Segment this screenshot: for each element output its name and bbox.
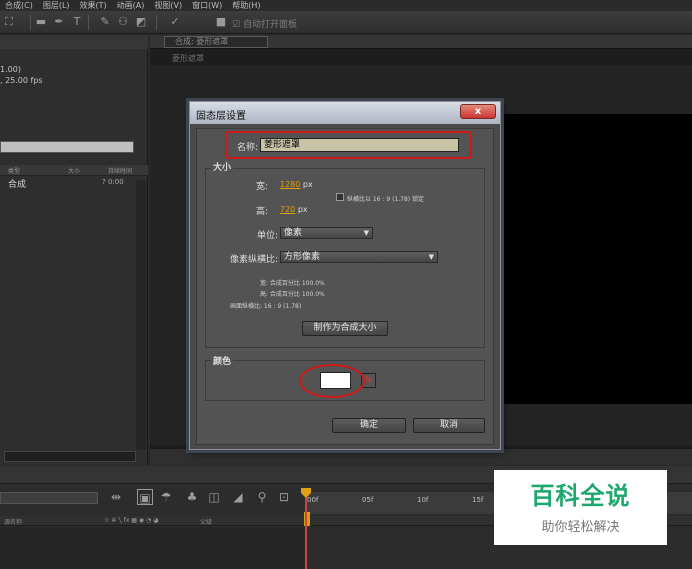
graph-editor-icon[interactable]: ⚲ <box>254 489 270 505</box>
watermark-subtitle: 助你轻松解决 <box>541 520 620 535</box>
eraser-tool-icon[interactable]: ◩ <box>134 15 148 29</box>
project-info-line1: 1.00) <box>0 65 21 74</box>
close-button[interactable]: x <box>460 104 496 119</box>
source-name-column[interactable]: 源名称 <box>4 517 22 526</box>
frame-blending-icon[interactable]: ♣ <box>184 489 200 505</box>
menu-item-1[interactable]: 图层(L) <box>38 0 75 11</box>
timeline-layer-list[interactable] <box>0 527 305 569</box>
size-group-label: 大小 <box>211 160 234 173</box>
lock-aspect-checkbox[interactable] <box>336 193 344 201</box>
menu-item-3[interactable]: 动画(A) <box>112 0 150 11</box>
cancel-button[interactable]: 取消 <box>413 418 485 433</box>
width-label: 宽: <box>255 182 268 192</box>
dialog-titlebar[interactable]: 固态层设置 x <box>190 102 500 124</box>
chevron-down-icon: ▼ <box>363 229 369 237</box>
menu-item-4[interactable]: 视图(V) <box>149 0 187 11</box>
watermark-logo: 百科全说 助你轻松解决 <box>494 470 667 545</box>
auto-open-label: 自动打开面板 <box>242 20 297 30</box>
project-panel: 1.00) , 25.00 fps 类型 大小 持续时间 合成 ? 0:00 <box>0 35 148 465</box>
pixel-aspect-value: 方形像素 <box>284 252 321 262</box>
make-comp-size-button[interactable]: 制作为合成大小 <box>302 321 388 336</box>
toolbar: ⛶ ▬ ✒ T ✎ ⚇ ◩ ✓ ■ ☑ 自动打开面板 <box>0 11 692 34</box>
watermark-title: 百科全说 <box>530 482 631 510</box>
column-size[interactable]: 大小 <box>68 166 80 175</box>
chevron-down-icon: ▼ <box>428 253 434 261</box>
parent-column[interactable]: 父级 <box>200 517 212 526</box>
ruler-mark-1: 05f <box>362 496 374 504</box>
composition-breadcrumb[interactable]: 菱形遮罩 <box>172 53 204 64</box>
stamp-tool-icon[interactable]: ⚇ <box>116 15 130 29</box>
project-item-duration: ? 0:00 <box>102 178 124 186</box>
composition-frame[interactable] <box>500 114 692 404</box>
zoom-tool-icon[interactable]: ⛶ <box>2 15 16 29</box>
pixel-aspect-dropdown[interactable]: 方形像素 ▼ <box>280 251 438 263</box>
composition-tabbar: 合成: 菱形遮罩 <box>150 35 692 49</box>
puppet-tool-icon[interactable]: ✓ <box>168 15 182 29</box>
brainstorm-icon[interactable]: ◢ <box>230 489 246 505</box>
info-frame-aspect: 画面纵横比: 16 : 9 (1.78) <box>230 303 302 310</box>
width-value[interactable]: 1280 <box>280 180 300 189</box>
text-tool-icon[interactable]: T <box>70 15 84 29</box>
menu-item-5[interactable]: 窗口(W) <box>187 0 227 11</box>
name-highlight-annotation <box>225 131 472 159</box>
pixel-aspect-label: 像素纵横比: <box>229 255 278 265</box>
auto-open-panels-checkbox[interactable]: ☑ 自动打开面板 <box>232 17 297 30</box>
height-unit: px <box>297 205 308 214</box>
tab-composition[interactable]: 合成: 菱形遮罩 <box>164 36 268 48</box>
menu-item-6[interactable]: 帮助(H) <box>227 0 265 11</box>
column-duration[interactable]: 持续时间 <box>108 166 132 175</box>
swatch-highlight-annotation <box>299 364 365 398</box>
menu-item-0[interactable]: 合成(C) <box>0 0 38 11</box>
pen-tool-icon[interactable]: ✒ <box>52 15 66 29</box>
menu-item-2[interactable]: 效果(T) <box>75 0 112 11</box>
height-value[interactable]: 720 <box>280 205 295 214</box>
ok-button[interactable]: 确定 <box>332 418 406 433</box>
project-hscrollbar[interactable] <box>4 451 136 462</box>
workspace-icon[interactable]: ■ <box>214 15 228 29</box>
dialog-title: 固态层设置 <box>196 111 246 122</box>
units-label: 单位: <box>256 231 278 241</box>
ruler-mark-3: 15f <box>472 496 484 504</box>
hide-shy-layers-icon[interactable]: ☂ <box>158 489 174 505</box>
comp-mini-flowchart-icon[interactable]: ⇹ <box>108 489 124 505</box>
height-field[interactable]: 720 px <box>280 205 308 214</box>
info-height: 高: 合成百分比 100.0% <box>260 291 325 298</box>
units-dropdown[interactable]: 像素 ▼ <box>280 227 373 239</box>
project-search-input[interactable] <box>0 141 134 153</box>
composition-footer-controls[interactable] <box>150 448 692 465</box>
project-item-name: 合成 <box>8 180 27 190</box>
switches-icons[interactable]: ☼ ✲ ╲ fx ▦ ◉ ◔ ◕ <box>104 517 158 524</box>
current-time-indicator[interactable] <box>305 492 307 569</box>
project-column-header: 类型 大小 持续时间 <box>0 165 148 176</box>
lock-aspect-label: 纵横比以 16 : 9 (1.78) 锁定 <box>347 196 425 203</box>
info-width: 宽: 合成百分比 100.0% <box>260 280 325 287</box>
ruler-mark-2: 10f <box>417 496 429 504</box>
timeline-search-input[interactable] <box>0 492 98 504</box>
motion-blur-icon[interactable]: ◫ <box>206 489 222 505</box>
rect-mask-tool-icon[interactable]: ▬ <box>34 15 48 29</box>
color-group-label: 颜色 <box>211 354 234 367</box>
units-value: 像素 <box>284 228 303 238</box>
ruler-mark-0: 00f <box>307 496 319 504</box>
draft-3d-icon[interactable]: ▣ <box>137 489 153 505</box>
project-panel-header <box>0 35 148 49</box>
brush-tool-icon[interactable]: ✎ <box>98 15 112 29</box>
width-field[interactable]: 1280 px <box>280 180 313 189</box>
project-item-row[interactable]: 合成 ? 0:00 <box>0 177 140 190</box>
column-type[interactable]: 类型 <box>8 166 20 175</box>
menubar: 合成(C) 图层(L) 效果(T) 动画(A) 视图(V) 窗口(W) 帮助(H) <box>0 0 692 11</box>
project-info-line2: , 25.00 fps <box>0 76 43 85</box>
project-scrollbar[interactable] <box>136 180 146 450</box>
height-label: 高: <box>255 207 268 217</box>
width-unit: px <box>302 180 313 189</box>
auto-keyframe-icon[interactable]: ⊡ <box>276 489 292 505</box>
